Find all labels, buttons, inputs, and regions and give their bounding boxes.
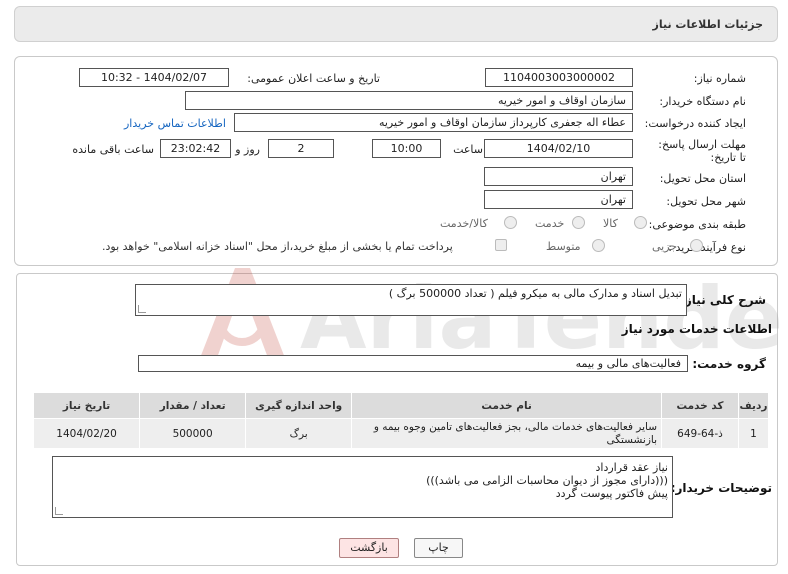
col-unit: واحد اندازه گیری	[245, 392, 353, 419]
category-goods-label: کالا	[603, 217, 618, 230]
resize-handle[interactable]	[55, 507, 63, 515]
deadline-label: مهلت ارسال پاسخ: تا تاریخ:	[658, 138, 746, 164]
back-button[interactable]: بازگشت	[339, 538, 399, 558]
announce-field: 1404/02/07 - 10:32	[79, 68, 229, 87]
process-medium-radio[interactable]	[592, 239, 605, 252]
treasury-payment-note: پرداخت تمام یا بخشی از مبلغ خرید،از محل …	[102, 240, 453, 253]
process-label: نوع فرآیند خرید :	[668, 241, 746, 254]
table-row: 1 ذ-64-649 سایر فعالیت‌های خدمات مالی، ب…	[32, 418, 770, 449]
buyer-notes-line: پیش فاکتور پیوست گردد	[555, 487, 668, 500]
process-minor-radio[interactable]	[690, 239, 703, 252]
city-field: تهران	[484, 190, 633, 209]
table-header-row: ردیف کد خدمت نام خدمت واحد اندازه گیری ت…	[32, 392, 770, 419]
deadline-date-field: 1404/02/10	[484, 139, 633, 158]
days-remaining-field: 2	[268, 139, 334, 158]
row-qty: 500000	[139, 418, 247, 449]
row-name: سایر فعالیت‌های خدمات مالی، بجز فعالیت‌ه…	[351, 418, 663, 449]
remaining-time-field: 23:02:42	[160, 139, 231, 158]
creator-label: ایجاد کننده درخواست:	[644, 117, 746, 130]
page-header: جزئیات اطلاعات نیاز	[14, 6, 778, 42]
summary-text: تبدیل اسناد و مدارک مالی به میکرو فیلم (…	[388, 287, 682, 300]
province-label: استان محل تحویل:	[659, 172, 746, 185]
city-label: شهر محل تحویل:	[666, 195, 746, 208]
service-group-field: فعالیت‌های مالی و بیمه	[138, 355, 688, 372]
services-header: اطلاعات خدمات مورد نیاز	[621, 322, 772, 336]
col-date: تاریخ نیاز	[32, 392, 141, 419]
col-code: کد خدمت	[661, 392, 739, 419]
summary-textarea: تبدیل اسناد و مدارک مالی به میکرو فیلم (…	[135, 284, 687, 316]
buyer-notes-line: نیاز عقد قرارداد	[595, 461, 669, 474]
resize-handle[interactable]	[138, 305, 146, 313]
col-index: ردیف	[737, 392, 770, 419]
need-number-field: 1104003003000002	[485, 68, 633, 87]
row-code: ذ-64-649	[661, 418, 739, 449]
days-label: روز و	[235, 143, 260, 156]
province-field: تهران	[484, 167, 633, 186]
service-group-label: گروه خدمت:	[692, 357, 766, 371]
buyer-notes-label: توضیحات خریدار:	[670, 481, 772, 495]
buyer-notes-textarea: نیاز عقد قرارداد (((دارای مجوز از دیوان …	[52, 456, 673, 518]
services-table: ردیف کد خدمت نام خدمت واحد اندازه گیری ت…	[32, 392, 770, 449]
print-button[interactable]: چاپ	[414, 538, 463, 558]
process-medium-label: متوسط	[546, 240, 581, 253]
category-label: طبقه بندی موضوعی:	[648, 218, 746, 231]
row-index: 1	[737, 418, 770, 449]
category-service-label: خدمت	[535, 217, 565, 230]
col-name: نام خدمت	[351, 392, 663, 419]
buyer-notes-line: (((دارای مجوز از دیوان محاسبات الزامی می…	[426, 474, 668, 487]
row-unit: برگ	[245, 418, 353, 449]
announce-label: تاریخ و ساعت اعلان عمومی:	[247, 72, 380, 85]
need-number-label: شماره نیاز:	[693, 72, 746, 85]
category-goods-service-radio[interactable]	[504, 216, 517, 229]
summary-label: شرح کلی نیاز:	[680, 293, 766, 307]
deadline-time-field: 10:00	[372, 139, 441, 158]
page-title: جزئیات اطلاعات نیاز	[652, 18, 764, 31]
row-date: 1404/02/20	[32, 418, 141, 449]
contact-buyer-link[interactable]: اطلاعات تماس خریدار	[124, 117, 226, 130]
deadline-time-label: ساعت	[453, 143, 483, 156]
treasury-payment-checkbox[interactable]	[495, 239, 507, 251]
process-minor-label: جزیی	[652, 240, 678, 253]
category-goods-radio[interactable]	[634, 216, 647, 229]
category-service-radio[interactable]	[572, 216, 585, 229]
buyer-org-label: نام دستگاه خریدار:	[659, 95, 746, 108]
category-goods-service-label: کالا/خدمت	[440, 217, 488, 230]
creator-field: عطاء اله جعفری کارپرداز سازمان اوقاف و ا…	[234, 113, 633, 132]
buyer-org-field: سازمان اوقاف و امور خیریه	[185, 91, 633, 110]
remaining-label: ساعت باقی مانده	[72, 143, 154, 156]
col-qty: تعداد / مقدار	[139, 392, 247, 419]
